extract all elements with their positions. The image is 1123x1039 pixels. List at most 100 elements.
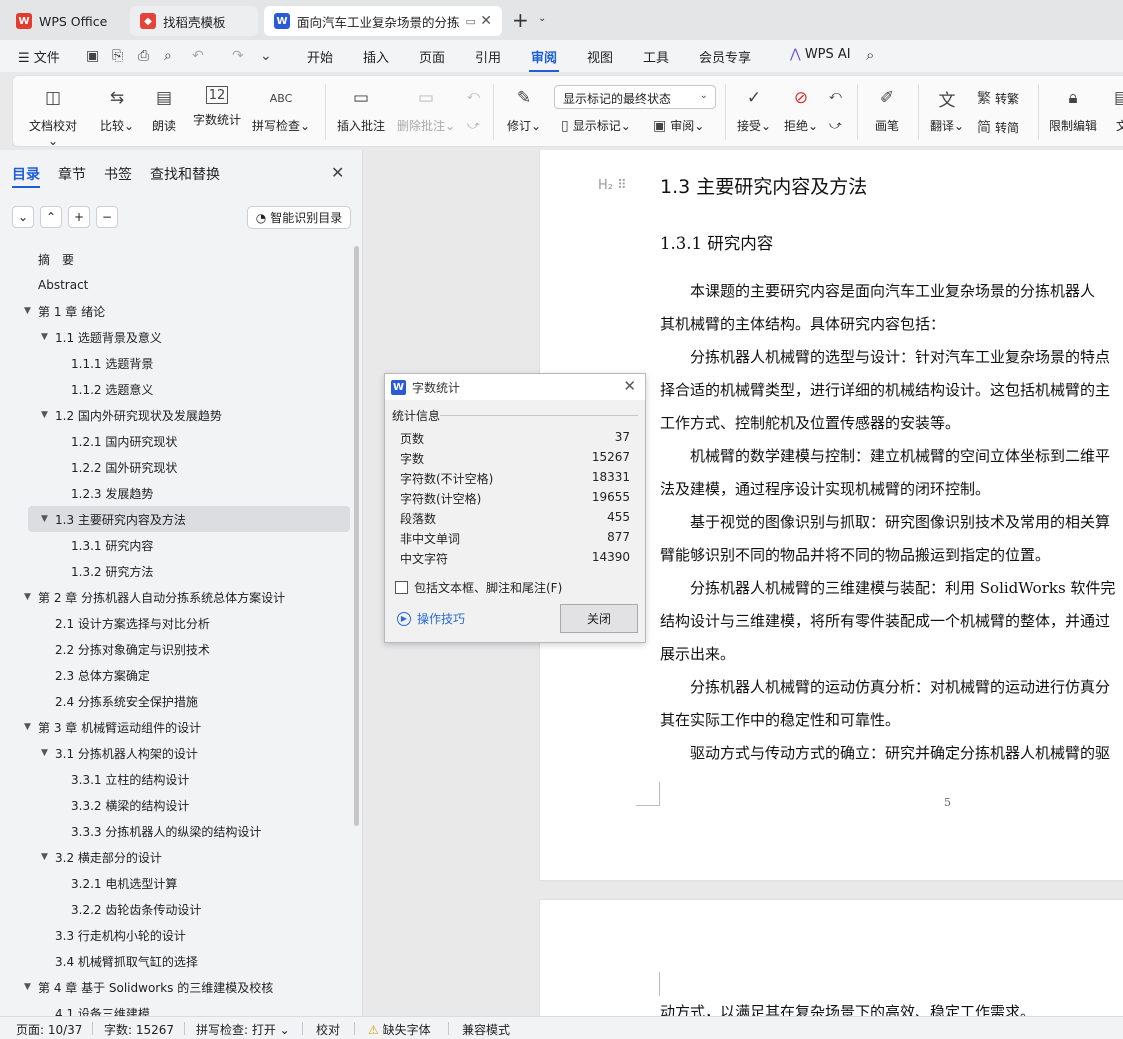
- toc-item[interactable]: 2.4 分拣系统安全保护措施: [0, 688, 355, 714]
- toc-item[interactable]: 3.3.1 立柱的结构设计: [0, 766, 355, 792]
- track-changes-button[interactable]: ✎ 修订⌄: [507, 76, 541, 134]
- next-change-icon[interactable]: ⤻: [829, 118, 842, 133]
- toc-item[interactable]: ▼ 第 1 章 绪论: [0, 298, 355, 324]
- status-spell-check[interactable]: 拼写检查: 打开 ⌄: [196, 1021, 290, 1038]
- nav-tab-find-replace[interactable]: 查找和替换: [150, 164, 220, 184]
- include-textbox-checkbox[interactable]: 包括文本框、脚注和尾注(F): [395, 579, 562, 596]
- toc-item[interactable]: 1.3.2 研究方法: [0, 558, 355, 584]
- expand-down-button[interactable]: ⌄: [12, 206, 34, 228]
- toc-item[interactable]: 3.3.2 横梁的结构设计: [0, 792, 355, 818]
- menu-home[interactable]: 开始: [307, 47, 333, 66]
- show-markup-button[interactable]: ▯ 显示标记 ⌄: [561, 117, 631, 134]
- toc-item[interactable]: 3.2.1 电机选型计算: [0, 870, 355, 896]
- menu-member[interactable]: 会员专享: [699, 47, 751, 66]
- toc-item[interactable]: 1.2.1 国内研究现状: [0, 428, 355, 454]
- toc-item[interactable]: 1.1.2 选题意义: [0, 376, 355, 402]
- toc-item[interactable]: Abstract: [0, 272, 355, 298]
- toc-item[interactable]: ▼ 3.1 分拣机器人构架的设计: [0, 740, 355, 766]
- expand-arrow-icon[interactable]: ▼: [41, 410, 55, 420]
- prev-change-icon[interactable]: ⤺: [829, 88, 842, 103]
- expand-arrow-icon[interactable]: ▼: [24, 722, 38, 732]
- toc-item[interactable]: 3.3.3 分拣机器人的纵梁的结构设计: [0, 818, 355, 844]
- toc-item[interactable]: ▼ 1.1 选题背景及意义: [0, 324, 355, 350]
- print-icon[interactable]: ⎙: [138, 48, 149, 64]
- menu-page[interactable]: 页面: [419, 47, 445, 66]
- collapse-up-button[interactable]: ⌃: [40, 206, 62, 228]
- add-heading-button[interactable]: +: [68, 206, 90, 228]
- nav-tab-sections[interactable]: 章节: [58, 164, 86, 184]
- review-pane-button[interactable]: ▣ 审阅 ⌄: [653, 117, 704, 134]
- close-icon[interactable]: ✕: [623, 377, 636, 395]
- read-aloud-button[interactable]: ▤ 朗读: [152, 76, 176, 134]
- wps-ai-button[interactable]: ⋀ WPS AI: [790, 47, 851, 62]
- translate-button[interactable]: 文翻译⌄: [930, 76, 964, 134]
- to-simplified-button[interactable]: 简转简: [977, 117, 1019, 137]
- export-icon[interactable]: ⎘: [112, 48, 123, 64]
- toc-item[interactable]: ▼ 第 3 章 机械臂运动组件的设计: [0, 714, 355, 740]
- status-proof[interactable]: 校对: [316, 1021, 340, 1038]
- tab-document[interactable]: W 面向汽车工业复杂场景的分拣 ▭ ✕: [264, 6, 502, 36]
- accept-button[interactable]: ✓ 接受⌄: [737, 76, 771, 134]
- file-menu[interactable]: ☰ 文件: [18, 47, 60, 66]
- print-preview-icon[interactable]: ⌕: [164, 48, 172, 64]
- pen-button[interactable]: ✐ 画笔: [875, 76, 899, 134]
- menu-review[interactable]: 审阅: [531, 47, 557, 66]
- expand-arrow-icon[interactable]: ▼: [41, 332, 55, 342]
- nav-tab-toc[interactable]: 目录: [12, 164, 40, 184]
- reject-button[interactable]: ⊘ 拒绝⌄: [784, 76, 818, 134]
- menu-view[interactable]: 视图: [587, 47, 613, 66]
- toc-item[interactable]: 3.2.2 齿轮齿条传动设计: [0, 896, 355, 922]
- menu-tools[interactable]: 工具: [643, 47, 669, 66]
- toc-item[interactable]: 3.4 机械臂抓取气缸的选择: [0, 948, 355, 974]
- expand-arrow-icon[interactable]: ▼: [24, 592, 38, 602]
- restrict-edit-button[interactable]: 🔒︎ 限制编辑: [1049, 76, 1097, 134]
- toc-item[interactable]: 3.3 行走机构小轮的设计: [0, 922, 355, 948]
- status-page[interactable]: 页面: 10/37: [16, 1021, 82, 1038]
- save-icon[interactable]: ▣: [86, 48, 99, 64]
- menu-references[interactable]: 引用: [475, 47, 501, 66]
- toc-item[interactable]: 1.2.2 国外研究现状: [0, 454, 355, 480]
- expand-arrow-icon[interactable]: ▼: [24, 982, 38, 992]
- toc-item[interactable]: ▼ 第 4 章 基于 Solidworks 的三维建模及校核: [0, 974, 355, 1000]
- toc-item[interactable]: 2.1 设计方案选择与对比分析: [0, 610, 355, 636]
- toc-item[interactable]: 1.1.1 选题背景: [0, 350, 355, 376]
- doc-more-button[interactable]: ▤ 文: [1110, 76, 1123, 134]
- expand-arrow-icon[interactable]: ▼: [41, 852, 55, 862]
- status-missing-font[interactable]: ⚠ 缺失字体: [368, 1021, 431, 1038]
- chevron-down-icon[interactable]: ⌄: [260, 48, 272, 64]
- monitor-icon[interactable]: ▭: [466, 15, 476, 28]
- toc-item[interactable]: ▼ 第 2 章 分拣机器人自动分拣系统总体方案设计: [0, 584, 355, 610]
- next-comment-icon[interactable]: ⤻: [467, 118, 480, 133]
- toc-item[interactable]: 摘 要: [0, 246, 355, 272]
- search-icon[interactable]: ⌕: [866, 46, 874, 64]
- remove-heading-button[interactable]: −: [96, 206, 118, 228]
- word-count-button[interactable]: 12 字数统计: [193, 76, 241, 128]
- menu-insert[interactable]: 插入: [363, 47, 389, 66]
- heading-level-marker[interactable]: H₂ ⠿: [598, 178, 627, 193]
- doc-check-button[interactable]: ◫ 文档校对 ⌄: [29, 76, 77, 148]
- expand-arrow-icon[interactable]: ▼: [41, 514, 55, 524]
- tips-link[interactable]: ▶ 操作技巧: [397, 610, 465, 627]
- expand-arrow-icon[interactable]: ▼: [41, 748, 55, 758]
- compare-button[interactable]: ⇆ 比较⌄: [100, 76, 134, 134]
- to-traditional-button[interactable]: 繁转繁: [977, 88, 1019, 108]
- toc-item[interactable]: ▼ 1.3 主要研究内容及方法: [28, 506, 350, 532]
- toc-item[interactable]: 1.2.3 发展趋势: [0, 480, 355, 506]
- redo-icon[interactable]: ↷: [232, 48, 244, 64]
- spell-check-button[interactable]: ABC 拼写检查⌄: [252, 76, 310, 134]
- status-word-count[interactable]: 字数: 15267: [104, 1021, 174, 1038]
- smart-toc-button[interactable]: ◔ 智能识别目录: [247, 206, 351, 229]
- tab-docer[interactable]: ◆ 找稻壳模板: [130, 6, 258, 36]
- delete-comment-button[interactable]: ▭ 删除批注⌄: [397, 76, 455, 134]
- close-icon[interactable]: ✕: [331, 163, 344, 182]
- toc-item[interactable]: ▼ 3.2 横走部分的设计: [0, 844, 355, 870]
- insert-comment-button[interactable]: ▭ 插入批注: [337, 76, 385, 134]
- toc-item[interactable]: 1.3.1 研究内容: [0, 532, 355, 558]
- close-tab-icon[interactable]: ✕: [480, 13, 492, 29]
- prev-comment-icon[interactable]: ⤺: [467, 88, 480, 103]
- markup-mode-select[interactable]: 显示标记的最终状态 ⌄: [554, 85, 716, 109]
- toc-item[interactable]: ▼ 1.2 国内外研究现状及发展趋势: [0, 402, 355, 428]
- close-button[interactable]: 关闭: [560, 604, 638, 633]
- chevron-down-icon[interactable]: ⌄: [538, 13, 546, 24]
- toc-item[interactable]: 4.1 设备三维建模: [0, 1000, 355, 1017]
